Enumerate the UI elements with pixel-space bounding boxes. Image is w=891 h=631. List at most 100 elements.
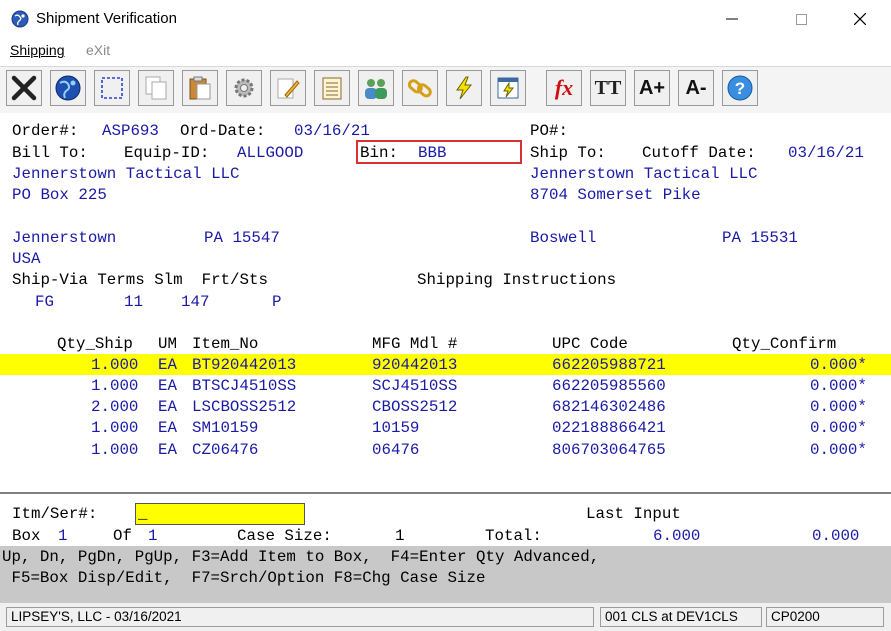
function-keys-bar: Up, Dn, PgDn, PgUp, F3=Add Item to Box, … bbox=[0, 546, 891, 602]
row-item-no: BT920442013 bbox=[192, 356, 297, 374]
row-item-no: BTSCJ4510SS bbox=[192, 377, 297, 395]
order-value: ASP693 bbox=[102, 122, 159, 140]
row-um: EA bbox=[158, 377, 177, 395]
edit-tool-button[interactable] bbox=[270, 70, 306, 106]
case-size-label: Case Size: bbox=[237, 527, 332, 545]
row-upc: 682146302486 bbox=[552, 398, 666, 416]
cutoff-date-value: 03/16/21 bbox=[788, 144, 864, 162]
bill-to-name: Jennerstown Tactical LLC bbox=[12, 165, 240, 183]
minimize-button[interactable] bbox=[709, 0, 755, 38]
ship-via-value: FG bbox=[35, 293, 54, 311]
row-upc: 662205985560 bbox=[552, 377, 666, 395]
chain-link-icon bbox=[407, 79, 432, 98]
copy-tool-button[interactable] bbox=[138, 70, 174, 106]
row-um: EA bbox=[158, 419, 177, 437]
row-qty-confirm: 0.000* bbox=[810, 419, 867, 437]
col-item-no: Item_No bbox=[192, 335, 259, 353]
settings-tool-button[interactable] bbox=[226, 70, 262, 106]
row-qty-ship: 1.000 bbox=[91, 377, 139, 395]
function-tool-button[interactable]: fx bbox=[546, 70, 582, 106]
users-tool-button[interactable] bbox=[358, 70, 394, 106]
row-item-no: CZ06476 bbox=[192, 441, 259, 459]
font-increase-icon: A+ bbox=[638, 76, 666, 99]
row-qty-ship: 1.000 bbox=[91, 441, 139, 459]
link-tool-button[interactable] bbox=[402, 70, 438, 106]
row-mfg-mdl: CBOSS2512 bbox=[372, 398, 458, 416]
window-title: Shipment Verification bbox=[36, 10, 177, 27]
bill-to-country: USA bbox=[12, 250, 41, 268]
equip-id-value: ALLGOOD bbox=[237, 144, 304, 162]
row-um: EA bbox=[158, 441, 177, 459]
equip-id-label: Equip-ID: bbox=[124, 144, 210, 162]
order-date-value: 03/16/21 bbox=[294, 122, 370, 140]
bill-to-state-zip: PA 15547 bbox=[204, 229, 280, 247]
font-tool-button[interactable]: TT bbox=[590, 70, 626, 106]
shipping-instructions-label: Shipping Instructions bbox=[417, 271, 617, 289]
bin-label: Bin: bbox=[360, 144, 398, 162]
po-label: PO#: bbox=[530, 122, 568, 140]
select-tool-button[interactable] bbox=[94, 70, 130, 106]
row-item-no: SM10159 bbox=[192, 419, 259, 437]
row-mfg-mdl: SCJ4510SS bbox=[372, 377, 458, 395]
row-qty-confirm: 0.000* bbox=[810, 398, 867, 416]
itm-ser-input[interactable]: _ bbox=[135, 503, 305, 525]
row-qty-ship: 2.000 bbox=[91, 398, 139, 416]
maximize-button[interactable] bbox=[778, 0, 824, 38]
row-qty-confirm: 0.000* bbox=[810, 441, 867, 459]
ship-to-name: Jennerstown Tactical LLC bbox=[530, 165, 758, 183]
pencil-icon bbox=[277, 78, 300, 99]
font-increase-button[interactable]: A+ bbox=[634, 70, 670, 106]
bill-to-city: Jennerstown bbox=[12, 229, 117, 247]
ship-to-address: 8704 Somerset Pike bbox=[530, 186, 701, 204]
menu-bar: Shipping eXit bbox=[0, 40, 891, 62]
toolbar: fx TT A+ A- ? bbox=[0, 66, 891, 114]
ship-to-label: Ship To: bbox=[530, 144, 606, 162]
x-icon bbox=[11, 75, 37, 101]
of-value: 1 bbox=[148, 527, 158, 545]
status-program: CP0200 bbox=[766, 607, 884, 627]
itm-ser-label: Itm/Ser#: bbox=[12, 505, 98, 523]
row-upc: 662205988721 bbox=[552, 356, 666, 374]
last-input-label: Last Input bbox=[586, 505, 681, 523]
status-bar: LIPSEY'S, LLC - 03/16/2021 001 CLS at DE… bbox=[0, 602, 891, 631]
window-run-tool-button[interactable] bbox=[490, 70, 526, 106]
globe-tool-button[interactable] bbox=[50, 70, 86, 106]
gear-icon bbox=[234, 78, 254, 98]
bill-to-address: PO Box 225 bbox=[12, 186, 107, 204]
bin-value: BBB bbox=[418, 144, 447, 162]
col-upc: UPC Code bbox=[552, 335, 628, 353]
list-tool-button[interactable] bbox=[314, 70, 350, 106]
status-session: 001 CLS at DEV1CLS bbox=[600, 607, 762, 627]
case-size-value: 1 bbox=[395, 527, 405, 545]
row-upc: 806703064765 bbox=[552, 441, 666, 459]
cutoff-date-label: Cutoff Date: bbox=[642, 144, 756, 162]
col-qty-confirm: Qty_Confirm bbox=[732, 335, 837, 353]
function-keys-line2: F5=Box Disp/Edit, F7=Srch/Option F8=Chg … bbox=[2, 569, 486, 587]
clipboard-icon bbox=[189, 76, 211, 100]
order-label: Order#: bbox=[12, 122, 79, 140]
paste-tool-button[interactable] bbox=[182, 70, 218, 106]
cancel-tool-button[interactable] bbox=[6, 70, 42, 106]
terminal-screen: Order#: ASP693 Ord-Date: 03/16/21 PO#: B… bbox=[0, 113, 891, 493]
menu-shipping[interactable]: Shipping bbox=[10, 42, 65, 58]
row-um: EA bbox=[158, 356, 177, 374]
ship-to-city: Boswell bbox=[530, 229, 597, 247]
section-divider bbox=[0, 492, 891, 494]
minimize-icon bbox=[726, 18, 738, 20]
terms-value: 11 bbox=[124, 293, 143, 311]
of-label: Of bbox=[113, 527, 132, 545]
shipping-labels: Ship-Via Terms Slm Frt/Sts bbox=[12, 271, 268, 289]
list-icon bbox=[322, 77, 342, 100]
row-qty-confirm: 0.000* bbox=[810, 377, 867, 395]
font-decrease-button[interactable]: A- bbox=[678, 70, 714, 106]
font-decrease-icon: A- bbox=[685, 76, 707, 99]
help-tool-button[interactable]: ? bbox=[722, 70, 758, 106]
run-tool-button[interactable] bbox=[446, 70, 482, 106]
menu-exit[interactable]: eXit bbox=[86, 42, 110, 58]
close-button[interactable] bbox=[837, 0, 883, 38]
input-cursor: _ bbox=[138, 505, 148, 523]
fx-icon: fx bbox=[554, 75, 574, 100]
bill-to-label: Bill To: bbox=[12, 144, 88, 162]
row-item-no: LSCBOSS2512 bbox=[192, 398, 297, 416]
globe-app-icon bbox=[11, 10, 29, 28]
